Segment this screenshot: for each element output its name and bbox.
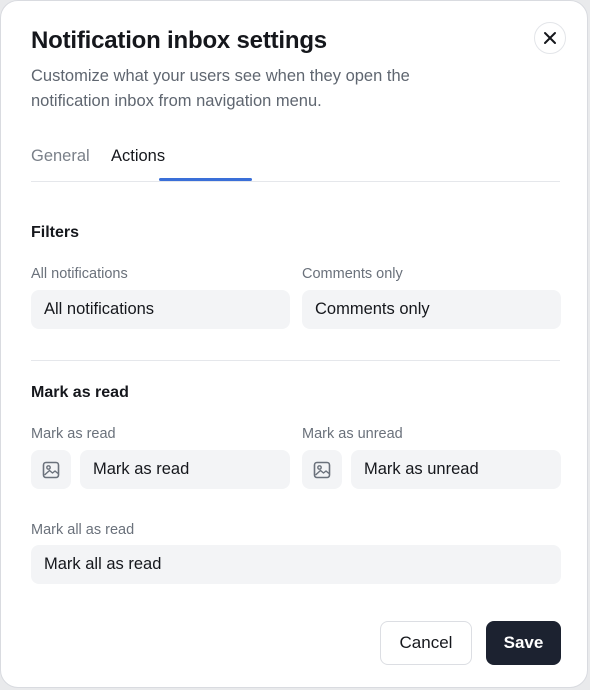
mark-as-unread-label: Mark as unread xyxy=(302,426,403,442)
mark-as-unread-value: Mark as unread xyxy=(364,460,479,478)
mark-as-unread-icon-picker[interactable] xyxy=(302,450,342,489)
mark-as-read-input[interactable]: Mark as read xyxy=(80,450,290,489)
mark-all-as-read-label: Mark all as read xyxy=(31,522,135,538)
comments-only-value: Comments only xyxy=(315,300,430,318)
notification-settings-dialog: Notification inbox settings Customize wh… xyxy=(0,0,588,688)
mark-as-read-label: Mark as read xyxy=(31,426,116,442)
close-button[interactable] xyxy=(534,22,566,54)
section-divider xyxy=(31,360,560,361)
tab-general[interactable]: General xyxy=(31,147,90,166)
image-icon xyxy=(42,461,60,478)
mark-all-as-read-input[interactable]: Mark all as read xyxy=(31,545,561,584)
all-notifications-input[interactable]: All notifications xyxy=(31,290,290,329)
comments-only-input[interactable]: Comments only xyxy=(302,290,561,329)
mark-all-as-read-value: Mark all as read xyxy=(44,555,162,573)
tab-bar: General Actions xyxy=(31,141,560,182)
close-icon xyxy=(544,32,556,44)
all-notifications-value: All notifications xyxy=(44,300,155,318)
dialog-title: Notification inbox settings xyxy=(31,27,327,54)
cancel-button[interactable]: Cancel xyxy=(380,621,472,665)
image-icon xyxy=(313,461,331,478)
comments-only-label: Comments only xyxy=(302,266,403,282)
save-button[interactable]: Save xyxy=(486,621,561,665)
dialog-subtitle: Customize what your users see when they … xyxy=(31,67,410,110)
filters-section-title: Filters xyxy=(31,224,80,241)
tab-actions[interactable]: Actions xyxy=(111,147,165,166)
mark-as-read-section-title: Mark as read xyxy=(31,384,129,401)
mark-as-read-value: Mark as read xyxy=(93,460,190,478)
mark-as-read-icon-picker[interactable] xyxy=(31,450,71,489)
all-notifications-label: All notifications xyxy=(31,266,128,282)
active-tab-indicator xyxy=(159,178,252,181)
mark-as-unread-input[interactable]: Mark as unread xyxy=(351,450,561,489)
